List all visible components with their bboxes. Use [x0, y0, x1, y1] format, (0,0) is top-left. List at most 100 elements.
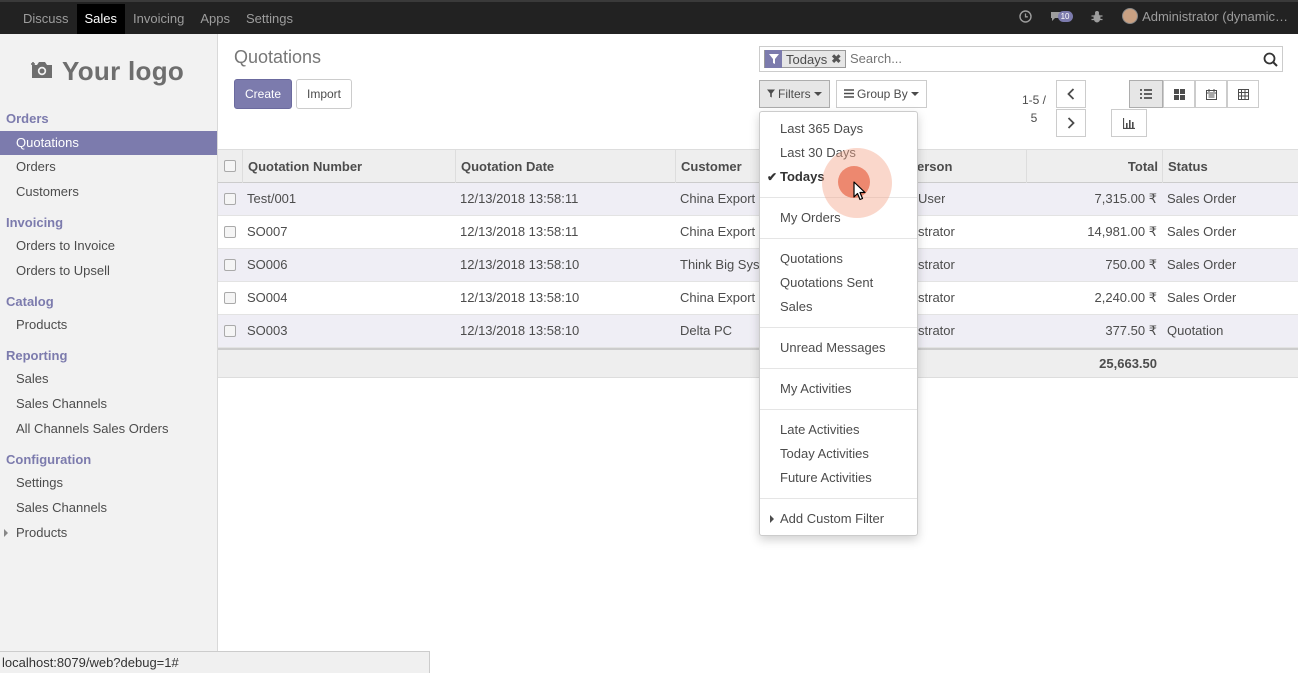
- menu-discuss[interactable]: Discuss: [15, 4, 77, 34]
- column-total[interactable]: Total: [1026, 150, 1163, 183]
- filter-my-activities[interactable]: My Activities: [760, 377, 917, 401]
- pager-next-button[interactable]: [1056, 109, 1086, 137]
- filter-today-activities[interactable]: Today Activities: [760, 442, 917, 466]
- column-quotation-number[interactable]: Quotation Number: [242, 150, 456, 183]
- row-checkbox[interactable]: [224, 193, 236, 205]
- search-bar: Todays ✖: [759, 46, 1283, 72]
- cell-salesperson: strator: [918, 224, 955, 239]
- systray: 10 Administrator (dynamic…: [1010, 8, 1288, 24]
- search-input[interactable]: [850, 51, 1250, 66]
- cell-total: 14,981.00 ₹: [1087, 224, 1157, 239]
- cell-salesperson: strator: [918, 257, 955, 272]
- table-row[interactable]: SO007 12/13/2018 13:58:11 China Export s…: [218, 216, 1298, 249]
- chevron-down-icon: [910, 92, 919, 96]
- cell-customer: Delta PC: [680, 323, 733, 338]
- cell-customer: China Export: [680, 224, 756, 239]
- import-button[interactable]: Import: [296, 79, 353, 109]
- cell-status: Sales Order: [1167, 191, 1237, 206]
- menu-apps[interactable]: Apps: [192, 4, 238, 34]
- messages-badge: 10: [1057, 10, 1073, 22]
- mouse-cursor-icon: [853, 181, 867, 204]
- cell-date: 12/13/2018 13:58:10: [460, 290, 580, 305]
- search-facet: Todays ✖: [764, 50, 847, 68]
- top-navbar: Discuss Sales Invoicing Apps Settings 10…: [0, 0, 1298, 34]
- pager-previous-button[interactable]: [1056, 80, 1086, 108]
- sidebar-item-orders-to-upsell[interactable]: Orders to Upsell: [0, 259, 217, 283]
- user-menu[interactable]: Administrator (dynamic…: [1142, 9, 1288, 24]
- company-logo[interactable]: Your logo: [30, 56, 184, 87]
- cell-status: Sales Order: [1167, 290, 1237, 305]
- column-status[interactable]: Status: [1162, 150, 1298, 183]
- table-footer: 25,663.50: [218, 348, 1298, 378]
- table-row[interactable]: SO006 12/13/2018 13:58:10 Think Big Sys …: [218, 249, 1298, 282]
- sidebar-item-quotations[interactable]: Quotations: [0, 131, 217, 155]
- row-checkbox[interactable]: [224, 292, 236, 304]
- divider: [760, 409, 917, 410]
- row-checkbox[interactable]: [224, 259, 236, 271]
- sidebar-item-orders[interactable]: Orders: [0, 155, 217, 179]
- bug-icon[interactable]: [1090, 9, 1104, 23]
- filter-late-activities[interactable]: Late Activities: [760, 418, 917, 442]
- pager-value[interactable]: 1-5 / 5: [1016, 91, 1052, 127]
- table-row[interactable]: Test/001 12/13/2018 13:58:11 China Expor…: [218, 183, 1298, 216]
- list-view-button[interactable]: [1129, 80, 1163, 108]
- filter-quotations[interactable]: Quotations: [760, 247, 917, 271]
- sidebar-item-all-channels-sales-orders[interactable]: All Channels Sales Orders: [0, 417, 217, 441]
- table-row[interactable]: SO003 12/13/2018 13:58:10 Delta PC strat…: [218, 315, 1298, 348]
- filter-last-365-days[interactable]: Last 365 Days: [760, 117, 917, 141]
- remove-facet-icon[interactable]: ✖: [831, 52, 845, 66]
- sidebar-item-orders-to-invoice[interactable]: Orders to Invoice: [0, 234, 217, 258]
- chevron-down-icon: [813, 92, 822, 96]
- filters-button[interactable]: Filters: [759, 80, 830, 108]
- cell-status: Sales Order: [1167, 224, 1237, 239]
- pivot-view-button[interactable]: [1227, 80, 1259, 108]
- row-checkbox[interactable]: [224, 325, 236, 337]
- cell-total: 750.00 ₹: [1105, 257, 1157, 272]
- table-row[interactable]: SO004 12/13/2018 13:58:10 China Export s…: [218, 282, 1298, 315]
- table-header: Quotation Number Quotation Date Customer…: [218, 149, 1298, 183]
- filters-label: Filters: [778, 87, 811, 101]
- column-quotation-date[interactable]: Quotation Date: [455, 150, 676, 183]
- sidebar-item-sales[interactable]: Sales: [0, 367, 217, 391]
- row-checkbox[interactable]: [224, 226, 236, 238]
- menu-sales[interactable]: Sales: [76, 4, 126, 34]
- sidebar: Your logo Orders Quotations Orders Custo…: [0, 34, 218, 673]
- filter-unread-messages[interactable]: Unread Messages: [760, 336, 917, 360]
- cell-total: 377.50 ₹: [1105, 323, 1157, 338]
- column-salesperson[interactable]: erson: [912, 150, 1027, 183]
- filter-icon: [767, 87, 775, 101]
- sidebar-item-config-products[interactable]: Products: [0, 521, 217, 545]
- checkmark-icon: ✔: [767, 170, 778, 184]
- sidebar-item-products[interactable]: Products: [0, 313, 217, 337]
- search-icon[interactable]: [1263, 52, 1278, 70]
- sidebar-item-customers[interactable]: Customers: [0, 180, 217, 204]
- sidebar-item-config-sales-channels[interactable]: Sales Channels: [0, 496, 217, 520]
- filter-quotations-sent[interactable]: Quotations Sent: [760, 271, 917, 295]
- graph-view-button[interactable]: [1111, 109, 1147, 137]
- create-button[interactable]: Create: [234, 79, 293, 109]
- cell-status: Sales Order: [1167, 257, 1237, 272]
- divider: [760, 238, 917, 239]
- calendar-view-button[interactable]: [1195, 80, 1227, 108]
- section-orders: Orders: [6, 111, 49, 126]
- filter-future-activities[interactable]: Future Activities: [760, 466, 917, 490]
- select-all-checkbox[interactable]: [224, 160, 236, 172]
- filter-sales[interactable]: Sales: [760, 295, 917, 319]
- cell-date: 12/13/2018 13:58:10: [460, 257, 580, 272]
- kanban-view-button[interactable]: [1163, 80, 1195, 108]
- sidebar-item-sales-channels[interactable]: Sales Channels: [0, 392, 217, 416]
- filter-label: Todays: [780, 169, 825, 184]
- browser-status-bar: localhost:8079/web?debug=1#: [0, 651, 430, 673]
- menu-invoicing[interactable]: Invoicing: [125, 4, 192, 34]
- divider: [760, 327, 917, 328]
- group-by-button[interactable]: Group By: [836, 80, 927, 108]
- menu-settings[interactable]: Settings: [238, 4, 301, 34]
- sidebar-item-settings[interactable]: Settings: [0, 471, 217, 495]
- clock-icon[interactable]: [1018, 9, 1032, 23]
- chat-icon[interactable]: 10: [1048, 9, 1074, 23]
- section-invoicing: Invoicing: [6, 215, 64, 230]
- add-custom-filter[interactable]: Add Custom Filter: [760, 507, 917, 531]
- sidebar-item-label: Products: [16, 525, 68, 540]
- caret-right-icon: [770, 515, 774, 523]
- avatar[interactable]: [1122, 8, 1139, 24]
